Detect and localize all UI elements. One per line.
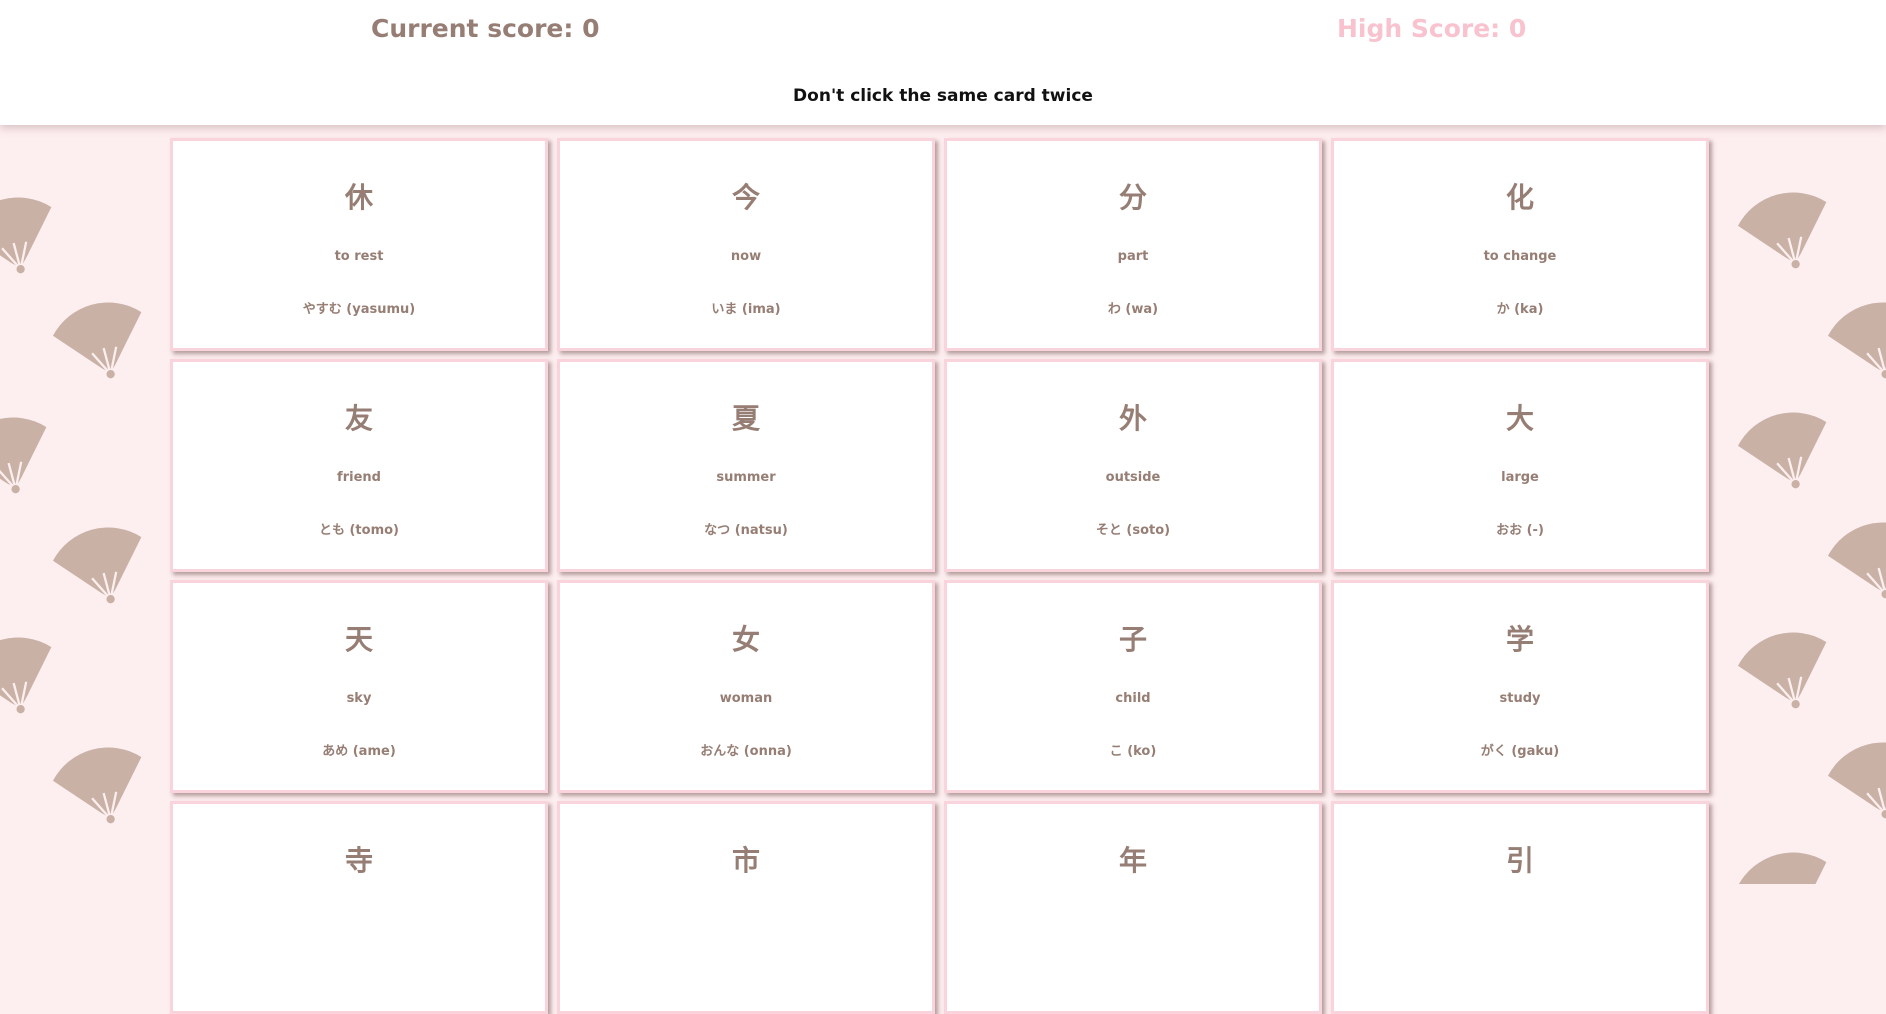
card-reading: わ (wa) — [1107, 302, 1159, 317]
high-score: High Score: 0 — [1337, 14, 1527, 43]
card-meaning: summer — [716, 470, 776, 485]
kanji-card[interactable]: 女 woman おんな (onna) — [557, 580, 935, 793]
kanji-card[interactable]: 寺 — [170, 801, 548, 1014]
kanji-card[interactable]: 天 sky あめ (ame) — [170, 580, 548, 793]
kanji-card[interactable]: 休 to rest やすむ (yasumu) — [170, 138, 548, 351]
card-grid: 休 to rest やすむ (yasumu) 今 now いま (ima) 分 part わ (… — [170, 138, 1709, 1014]
paper-fan-icon — [1735, 840, 1839, 884]
paper-fan-icon — [50, 735, 154, 839]
kanji-card[interactable]: 市 — [557, 801, 935, 1014]
paper-fan-icon — [1735, 400, 1839, 504]
card-kanji: 外 — [1118, 402, 1147, 435]
card-meaning: to rest — [334, 249, 384, 264]
card-reading: おお (-) — [1496, 523, 1544, 538]
card-kanji: 学 — [1505, 623, 1534, 656]
card-reading: か (ka) — [1496, 302, 1544, 317]
paper-fan-icon — [1735, 620, 1839, 724]
card-kanji: 分 — [1118, 181, 1147, 214]
card-kanji: 年 — [1118, 844, 1147, 877]
paper-fan-icon — [50, 515, 154, 619]
card-reading: とも (tomo) — [318, 523, 400, 538]
card-kanji: 天 — [344, 623, 373, 656]
card-kanji: 大 — [1505, 402, 1534, 435]
score-header: Current score: 0 High Score: 0 Don't cli… — [0, 0, 1886, 125]
paper-fan-icon — [0, 405, 59, 509]
kanji-card[interactable]: 引 — [1331, 801, 1709, 1014]
card-kanji: 子 — [1118, 623, 1147, 656]
paper-fan-icon — [0, 625, 64, 729]
paper-fan-icon — [1825, 290, 1886, 394]
paper-fan-icon — [50, 290, 154, 394]
card-reading: いま (ima) — [711, 302, 781, 317]
card-kanji: 引 — [1505, 844, 1534, 877]
kanji-card[interactable]: 大 large おお (-) — [1331, 359, 1709, 572]
card-meaning: child — [1115, 691, 1151, 706]
card-kanji: 市 — [731, 844, 760, 877]
kanji-card[interactable]: 今 now いま (ima) — [557, 138, 935, 351]
card-reading: おんな (onna) — [700, 744, 792, 759]
card-meaning: part — [1117, 249, 1149, 264]
card-meaning: sky — [346, 691, 372, 706]
paper-fan-icon — [1825, 730, 1886, 834]
card-reading: がく (gaku) — [1480, 744, 1560, 759]
paper-fan-icon — [1735, 180, 1839, 284]
card-reading: なつ (natsu) — [704, 523, 788, 538]
card-kanji: 化 — [1505, 181, 1534, 214]
kanji-card[interactable]: 友 friend とも (tomo) — [170, 359, 548, 572]
card-kanji: 友 — [344, 402, 373, 435]
card-reading: やすむ (yasumu) — [302, 302, 416, 317]
card-meaning: to change — [1483, 249, 1557, 264]
kanji-card[interactable]: 学 study がく (gaku) — [1331, 580, 1709, 793]
card-kanji: 今 — [731, 181, 760, 214]
paper-fan-icon — [1825, 510, 1886, 614]
card-kanji: 女 — [731, 623, 760, 656]
card-meaning: friend — [337, 470, 381, 485]
current-score: Current score: 0 — [371, 14, 600, 43]
card-reading: こ (ko) — [1109, 744, 1157, 759]
card-kanji: 寺 — [344, 844, 373, 877]
card-meaning: woman — [719, 691, 773, 706]
card-meaning: study — [1499, 691, 1541, 706]
kanji-card[interactable]: 子 child こ (ko) — [944, 580, 1322, 793]
card-meaning: outside — [1105, 470, 1161, 485]
instructions-text: Don't click the same card twice — [793, 86, 1093, 106]
card-reading: そと (soto) — [1095, 523, 1171, 538]
kanji-card[interactable]: 分 part わ (wa) — [944, 138, 1322, 351]
paper-fan-icon — [0, 185, 64, 289]
card-reading: あめ (ame) — [322, 744, 396, 759]
kanji-card[interactable]: 年 — [944, 801, 1322, 1014]
card-kanji: 休 — [344, 181, 373, 214]
kanji-card[interactable]: 化 to change か (ka) — [1331, 138, 1709, 351]
card-meaning: now — [730, 249, 762, 264]
card-kanji: 夏 — [731, 402, 760, 435]
kanji-card[interactable]: 夏 summer なつ (natsu) — [557, 359, 935, 572]
card-meaning: large — [1501, 470, 1539, 485]
kanji-card[interactable]: 外 outside そと (soto) — [944, 359, 1322, 572]
